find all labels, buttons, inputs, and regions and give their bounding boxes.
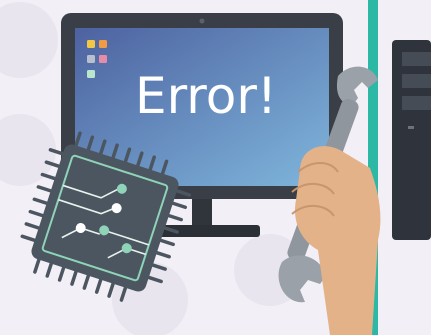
server-tower-icon	[368, 0, 431, 335]
error-illustration: Error!	[0, 0, 431, 335]
error-message: Error!	[135, 67, 277, 125]
illustration-canvas: Error!	[0, 0, 431, 335]
